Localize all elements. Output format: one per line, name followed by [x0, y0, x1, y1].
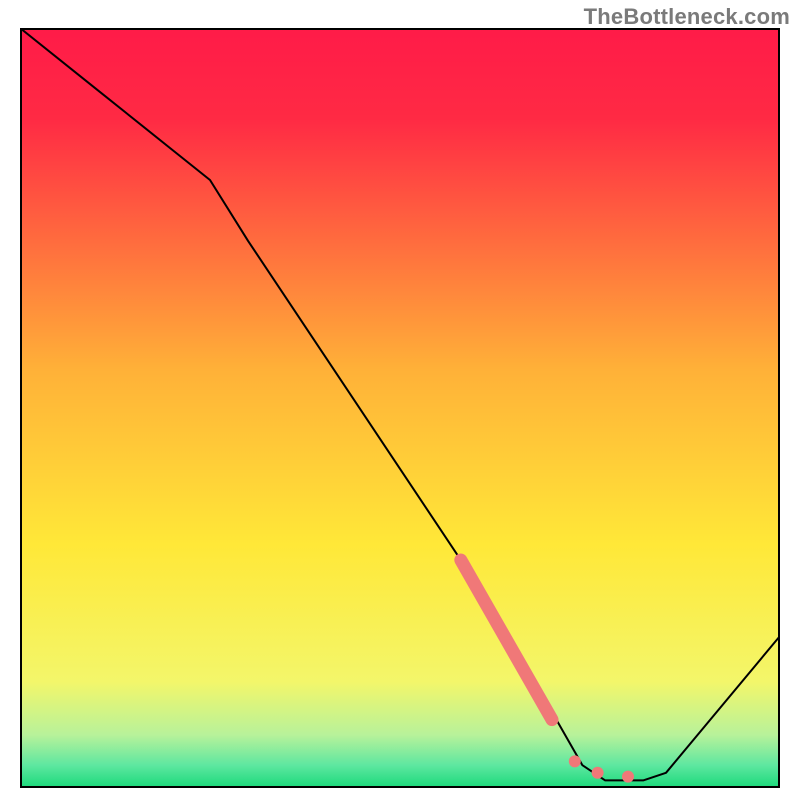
watermark-text: TheBottleneck.com: [584, 4, 790, 30]
gradient-background: [20, 28, 780, 788]
chart-container: TheBottleneck.com: [0, 0, 800, 800]
marker-dot-1: [569, 755, 581, 767]
marker-dot-2: [592, 767, 604, 779]
marker-dot-3: [622, 771, 634, 783]
chart-svg: [20, 28, 780, 788]
plot-area: [20, 28, 780, 788]
